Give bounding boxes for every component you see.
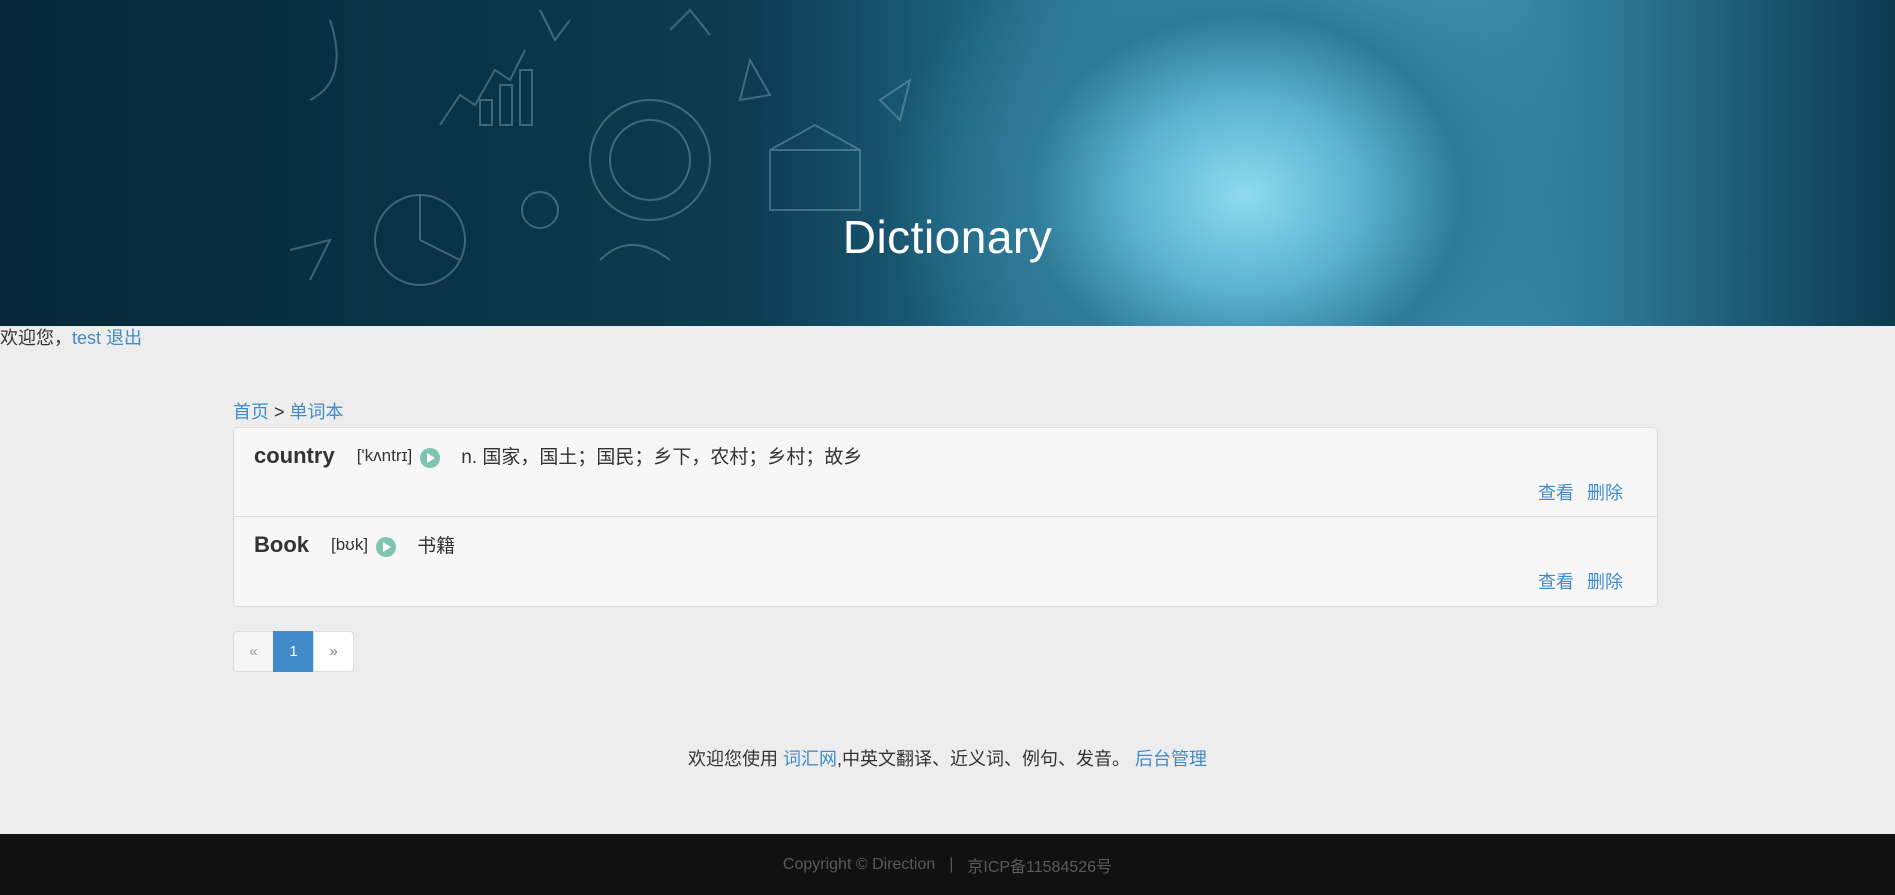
word-list: country ['kʌntrɪ] n. 国家，国土；国民；乡下，农村；乡村；故… [233,427,1658,607]
business-doodles-illustration [289,8,912,286]
word-phonetic: ['kʌntrɪ] [356,445,413,465]
pagination-next-button[interactable]: » [313,631,354,672]
welcome-greeting: 欢迎您， [0,328,72,348]
word-text: country [254,442,335,468]
breadcrumb-home-link[interactable]: 首页 [233,402,269,422]
view-link[interactable]: 查看 [1538,572,1574,592]
info-prefix: 欢迎您使用 [687,749,778,769]
list-item: country ['kʌntrɪ] n. 国家，国土；国民；乡下，农村；乡村；故… [234,428,1657,517]
play-audio-icon[interactable] [420,447,441,468]
admin-link[interactable]: 后台管理 [1135,749,1207,769]
pagination: « 1 » [233,631,354,672]
word-meaning: n. 国家，国土；国民；乡下，农村；乡村；故乡 [461,447,863,468]
site-info: 欢迎您使用 词汇网,中英文翻译、近义词、例句、发音。 后台管理 [0,747,1895,771]
breadcrumb: 首页 > 单词本 [233,400,344,424]
footer: Copyright © Direction | 京ICP备11584526号 [0,834,1895,895]
play-audio-icon[interactable] [376,536,397,557]
banner-title: Dictionary [842,211,1053,263]
site-link[interactable]: 词汇网 [783,749,837,769]
pagination-page-button[interactable]: 1 [273,631,314,672]
info-description: ,中英文翻译、近义词、例句、发音。 [837,749,1130,769]
delete-link[interactable]: 删除 [1587,572,1623,592]
delete-link[interactable]: 删除 [1587,483,1623,503]
username-link[interactable]: test [72,328,101,348]
footer-icp: 京ICP备11584526号 [967,858,1113,876]
header-banner: Dictionary [0,0,1895,326]
logout-link[interactable]: 退出 [106,328,142,348]
pagination-prev-button[interactable]: « [233,631,274,672]
view-link[interactable]: 查看 [1538,483,1574,503]
word-meaning: 书籍 [417,536,456,557]
word-phonetic: [bʊk] [331,534,369,554]
breadcrumb-current-link[interactable]: 单词本 [290,402,344,422]
welcome-bar: 欢迎您，test 退出 [0,326,142,350]
word-text: Book [254,531,309,557]
list-item: Book [bʊk] 书籍 查看 删除 [234,517,1657,606]
breadcrumb-separator: > [274,402,285,422]
footer-separator: | [949,855,954,873]
footer-copyright: Copyright © Direction [782,855,936,873]
